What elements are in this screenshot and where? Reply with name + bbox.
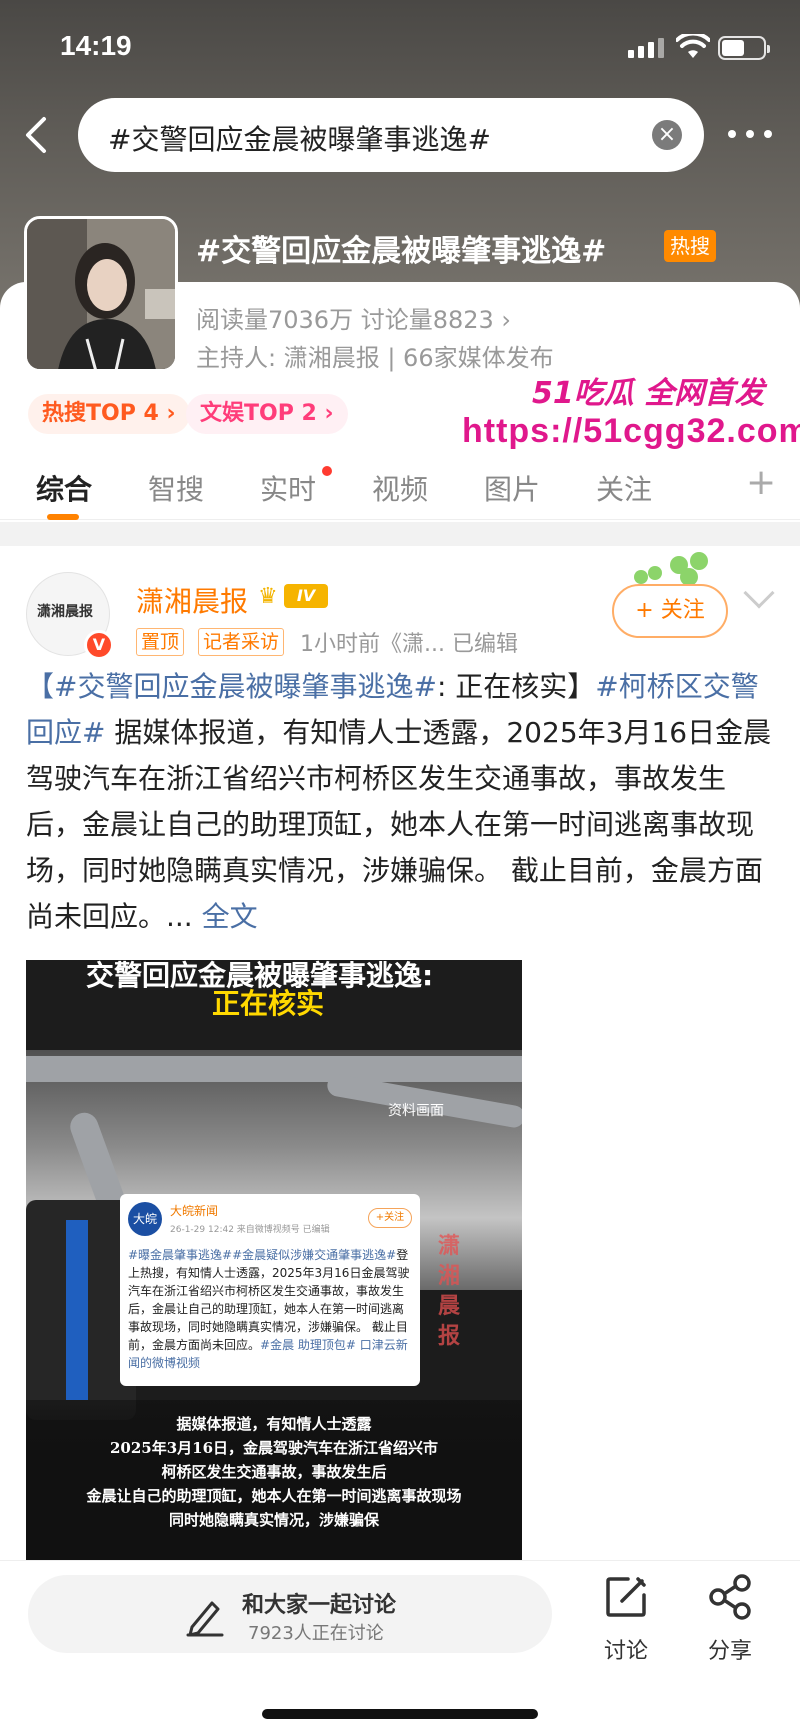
tab-smart-search[interactable]: 智搜 [148, 468, 204, 508]
home-indicator [262, 1709, 538, 1719]
share-button[interactable]: 分享 [690, 1573, 770, 1665]
status-time: 14:19 [60, 30, 132, 61]
back-arrow-icon[interactable] [18, 115, 58, 155]
compose-icon [606, 1577, 646, 1617]
video-caption: 据媒体报道，有知情人士透露 2025年3月16日，金晨驾驶汽车在浙江省绍兴市 柯… [26, 1412, 522, 1532]
realtime-notification-dot [322, 466, 332, 476]
search-input[interactable]: #交警回应金晨被曝肇事逃逸# × [78, 98, 704, 172]
caption-line: 同时她隐瞒真实情况，涉嫌骗保 [168, 1511, 379, 1529]
topic-cover-image [24, 216, 178, 372]
tab-following[interactable]: 关注 [596, 468, 652, 508]
read-more-link[interactable]: 全文 [202, 900, 258, 933]
level-label: IV [284, 584, 328, 608]
roll-cage-bar [26, 1056, 522, 1082]
embedded-text: 登上热搜，有知情人士透露，2025年3月16日金晨驾驶汽车在浙江省绍兴市柯桥区发… [128, 1248, 410, 1352]
wifi-icon [676, 34, 710, 58]
site-watermark: 51吃瓜 全网首发 https://51cgg32.com [452, 368, 800, 458]
hot-badge: 热搜 [664, 230, 716, 262]
author-avatar-logo: 潇湘晨报 [37, 604, 93, 620]
add-tab-plus-icon[interactable]: + [746, 462, 776, 503]
watermark-slogan: 51吃瓜 全网首发 [532, 376, 765, 411]
discussion-title: 和大家一起讨论 [242, 1593, 397, 1618]
embedded-post-card: 大皖 大皖新闻 26-1-29 12:42 来自微博视频号 已编辑 +关注 #曝… [120, 1194, 420, 1386]
cellular-signal-icon [628, 38, 664, 58]
topic-title: #交警回应金晨被曝肇事逃逸# [196, 234, 607, 269]
more-options-icon[interactable] [728, 122, 776, 146]
caption-line: 金晨让自己的助理顶缸，她本人在第一时间逃离事故现场 [86, 1487, 462, 1505]
embedded-avatar: 大皖 [128, 1202, 162, 1236]
caption-line: 据媒体报道，有知情人士透露 [176, 1415, 372, 1433]
share-label: 分享 [707, 1639, 752, 1664]
search-query: #交警回应金晨被曝肇事逃逸# [108, 123, 491, 156]
status-bar: 14:19 [0, 0, 800, 95]
crown-icon: ♛ [258, 584, 278, 609]
embedded-follow: +关注 [368, 1208, 412, 1228]
author-name[interactable]: 潇湘晨报 [136, 580, 248, 620]
caption-line: 柯桥区发生交通事故，事故发生后 [161, 1463, 387, 1481]
embedded-author: 大皖新闻 [170, 1204, 219, 1218]
pen-icon [186, 1601, 224, 1637]
archive-footage-label: 资料画面 [388, 1103, 444, 1119]
share-icon [709, 1574, 751, 1620]
clear-x-icon[interactable]: × [652, 120, 682, 150]
seat-belt-image [66, 1220, 88, 1400]
discuss-button[interactable]: 讨论 [586, 1573, 666, 1665]
bottom-action-bar: 和大家一起讨论 7923人正在讨论 讨论 分享 [0, 1560, 800, 1731]
active-tab-indicator [47, 514, 79, 520]
verified-v-icon: V [84, 630, 114, 660]
level-badge: ♛ IV [258, 582, 330, 612]
side-watermark: 潇湘晨报 [438, 1234, 461, 1349]
post-video-thumbnail[interactable]: 交警回应金晨被曝肇事逃逸: 正在核实 资料画面 大皖 大皖新闻 26-1-29 … [26, 960, 522, 1560]
post-body: 【#交警回应金晨被曝肇事逃逸#: 正在核实】#柯桥区交警回应# 据媒体报道，有知… [26, 664, 776, 940]
pinned-tag: 置顶 [136, 628, 185, 656]
hashtag-link[interactable]: 【#交警回应金晨被曝肇事逃逸# [26, 670, 437, 703]
embedded-meta: 26-1-29 12:42 来自微博视频号 已编辑 [170, 1225, 330, 1235]
discussion-count: 7923人正在讨论 [248, 1623, 384, 1644]
topic-stats[interactable]: 阅读量7036万 讨论量8823 › [196, 300, 511, 335]
weibo-post: 潇湘晨报 V 潇湘晨报 ♛ IV 置顶 记者采访 1小时前《潇... 已编辑 +… [0, 546, 800, 1731]
image-subheadline: 正在核实 [212, 987, 325, 1020]
clover-decoration-icon [630, 546, 726, 586]
embedded-hashtag: #金晨疑似涉嫌交通肇事逃逸# [232, 1248, 397, 1262]
tab-video[interactable]: 视频 [372, 468, 428, 508]
post-meta: 1小时前《潇... 已编辑 [300, 632, 518, 657]
tab-realtime[interactable]: 实时 [260, 468, 316, 508]
join-discussion-button[interactable]: 和大家一起讨论 7923人正在讨论 [28, 1575, 552, 1653]
entertainment-rank-chip[interactable]: 文娱TOP 2 › [186, 394, 348, 434]
caption-line: 2025年3月16日，金晨驾驶汽车在浙江省绍兴市 [109, 1439, 439, 1457]
embedded-post-body: #曝金晨肇事逃逸##金晨疑似涉嫌交通肇事逃逸#登上热搜，有知情人士透露，2025… [128, 1246, 412, 1372]
watermark-url: https://51cgg32.com [462, 412, 800, 450]
hot-search-rank-chip[interactable]: 热搜TOP 4 › [28, 394, 190, 434]
embedded-post-header: 大皖 大皖新闻 26-1-29 12:42 来自微博视频号 已编辑 +关注 [128, 1200, 412, 1240]
topic-tabs: 综合 智搜 实时 视频 图片 关注 + [0, 458, 800, 520]
battery-icon [718, 36, 770, 60]
chevron-down-icon[interactable] [743, 577, 775, 609]
follow-button[interactable]: + 关注 [612, 584, 728, 638]
embedded-hashtag: #曝金晨肇事逃逸# [128, 1248, 233, 1262]
tab-images[interactable]: 图片 [484, 468, 540, 508]
post-text: : 正在核实】 [436, 670, 596, 703]
post-text: 据媒体报道，有知情人士透露，2025年3月16日金晨驾驶汽车在浙江省绍兴市柯桥区… [26, 716, 772, 933]
reporter-interview-tag: 记者采访 [198, 628, 285, 656]
tab-comprehensive[interactable]: 综合 [36, 468, 92, 508]
discuss-label: 讨论 [603, 1639, 648, 1664]
